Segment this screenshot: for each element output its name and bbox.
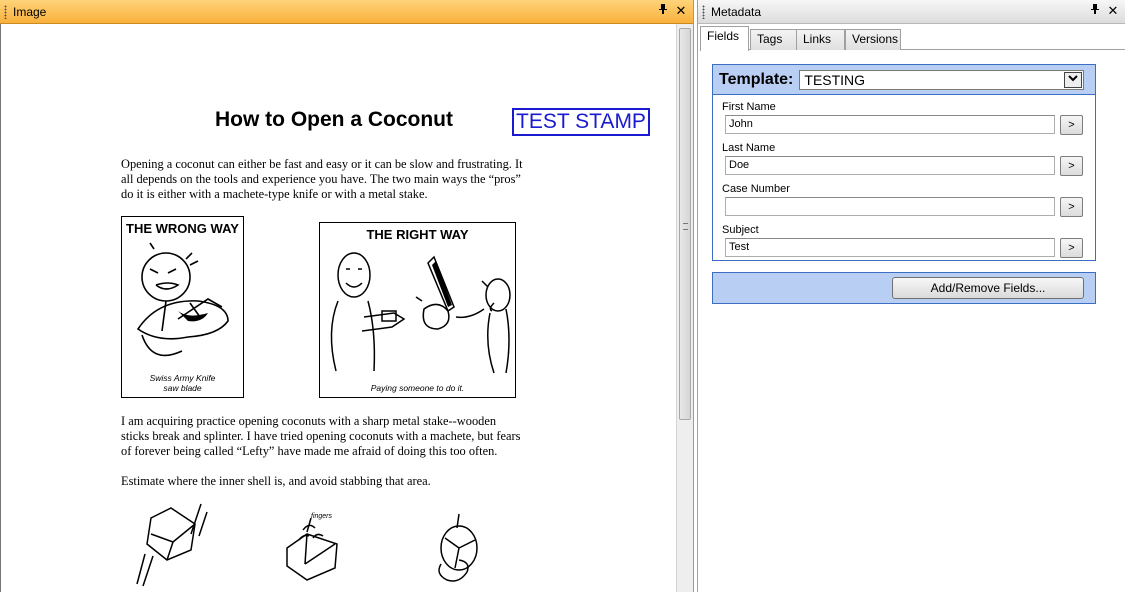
right-way-sketch-icon	[330, 252, 511, 374]
text-line: all depends on the tools and experience …	[121, 172, 521, 186]
intro-paragraph: Opening a coconut can either be fast and…	[121, 157, 571, 202]
coconut-sketch-1-icon	[136, 503, 208, 587]
wrong-way-sketch-icon	[136, 242, 229, 357]
fingers-label: fingers	[311, 513, 333, 520]
drag-grip-icon[interactable]	[702, 4, 705, 19]
template-label: Template:	[719, 70, 794, 88]
right-way-title: THE RIGHT WAY	[366, 227, 469, 242]
subject-lookup-button[interactable]: >	[1060, 238, 1083, 258]
add-remove-bar: Add/Remove Fields...	[712, 272, 1096, 304]
metadata-pane: Metadata ✕ Fields Tags Links Versions Te…	[697, 0, 1125, 592]
last-name-label: Last Name	[722, 142, 776, 154]
wrong-way-caption-line1: Swiss Army Knife	[149, 373, 216, 383]
close-icon[interactable]: ✕	[1107, 3, 1119, 19]
wrong-way-title: THE WRONG WAY	[126, 221, 239, 236]
template-panel: Template: TESTING First Name John > Last…	[712, 64, 1096, 261]
chevron-down-icon[interactable]	[1064, 71, 1083, 88]
metadata-tabs: Fields Tags Links Versions	[700, 26, 1125, 51]
pin-icon[interactable]	[1089, 3, 1101, 19]
first-name-field[interactable]: John	[725, 115, 1055, 134]
drag-grip-icon[interactable]	[4, 4, 7, 19]
template-selected-value: TESTING	[804, 71, 866, 88]
last-name-lookup-button[interactable]: >	[1060, 156, 1083, 176]
tab-tags[interactable]: Tags	[750, 29, 797, 50]
image-viewer[interactable]: How to Open a Coconut TEST STAMP Opening…	[0, 24, 693, 592]
image-vertical-scrollbar[interactable]	[676, 24, 693, 592]
coconut-sketch-3-icon	[438, 513, 478, 582]
case-number-label: Case Number	[722, 183, 790, 195]
scrollbar-thumb[interactable]	[679, 28, 691, 420]
subject-label: Subject	[722, 224, 759, 236]
right-way-figure: THE RIGHT WAY Paying someone to do it.	[319, 222, 516, 398]
text-line: of forever being called “Lefty” have mad…	[121, 444, 498, 458]
wrong-way-figure: THE WRONG WAY Swiss Army Knife saw blade	[121, 216, 244, 398]
template-header: Template: TESTING	[713, 65, 1095, 95]
image-pane: Image ✕ How to Open a Coconut TEST STAMP…	[0, 0, 694, 592]
metadata-pane-header: Metadata ✕	[698, 0, 1125, 24]
text-line: Opening a coconut can either be fast and…	[121, 157, 523, 171]
tab-fields[interactable]: Fields	[700, 26, 749, 51]
pin-icon[interactable]	[657, 3, 669, 19]
first-name-label: First Name	[722, 101, 776, 113]
metadata-pane-title: Metadata	[711, 4, 762, 19]
document-title: How to Open a Coconut	[215, 108, 453, 131]
text-line: I am acquiring practice opening coconuts…	[121, 414, 497, 428]
close-icon[interactable]: ✕	[675, 3, 687, 19]
test-stamp: TEST STAMP	[512, 108, 650, 136]
subject-field[interactable]: Test	[725, 238, 1055, 257]
text-line: do it is either with a machete-type knif…	[121, 187, 428, 201]
right-way-caption: Paying someone to do it.	[370, 383, 465, 393]
document-page: How to Open a Coconut TEST STAMP Opening…	[0, 24, 676, 592]
image-pane-title: Image	[13, 4, 47, 19]
coconut-sketch-2-icon: fingers	[286, 513, 338, 581]
practice-paragraph: I am acquiring practice opening coconuts…	[121, 414, 571, 459]
last-name-field[interactable]: Doe	[725, 156, 1055, 175]
case-number-field[interactable]	[725, 197, 1055, 216]
wrong-way-caption-line2: saw blade	[163, 383, 202, 393]
case-number-lookup-button[interactable]: >	[1060, 197, 1083, 217]
first-name-lookup-button[interactable]: >	[1060, 115, 1083, 135]
estimate-paragraph: Estimate where the inner shell is, and a…	[121, 474, 431, 488]
tab-versions[interactable]: Versions	[845, 29, 901, 50]
image-pane-header: Image ✕	[0, 0, 693, 24]
tab-links[interactable]: Links	[796, 29, 845, 50]
add-remove-fields-button[interactable]: Add/Remove Fields...	[892, 277, 1084, 299]
text-line: sticks break and splinter. I have tried …	[121, 429, 521, 443]
template-select[interactable]: TESTING	[799, 69, 1085, 90]
